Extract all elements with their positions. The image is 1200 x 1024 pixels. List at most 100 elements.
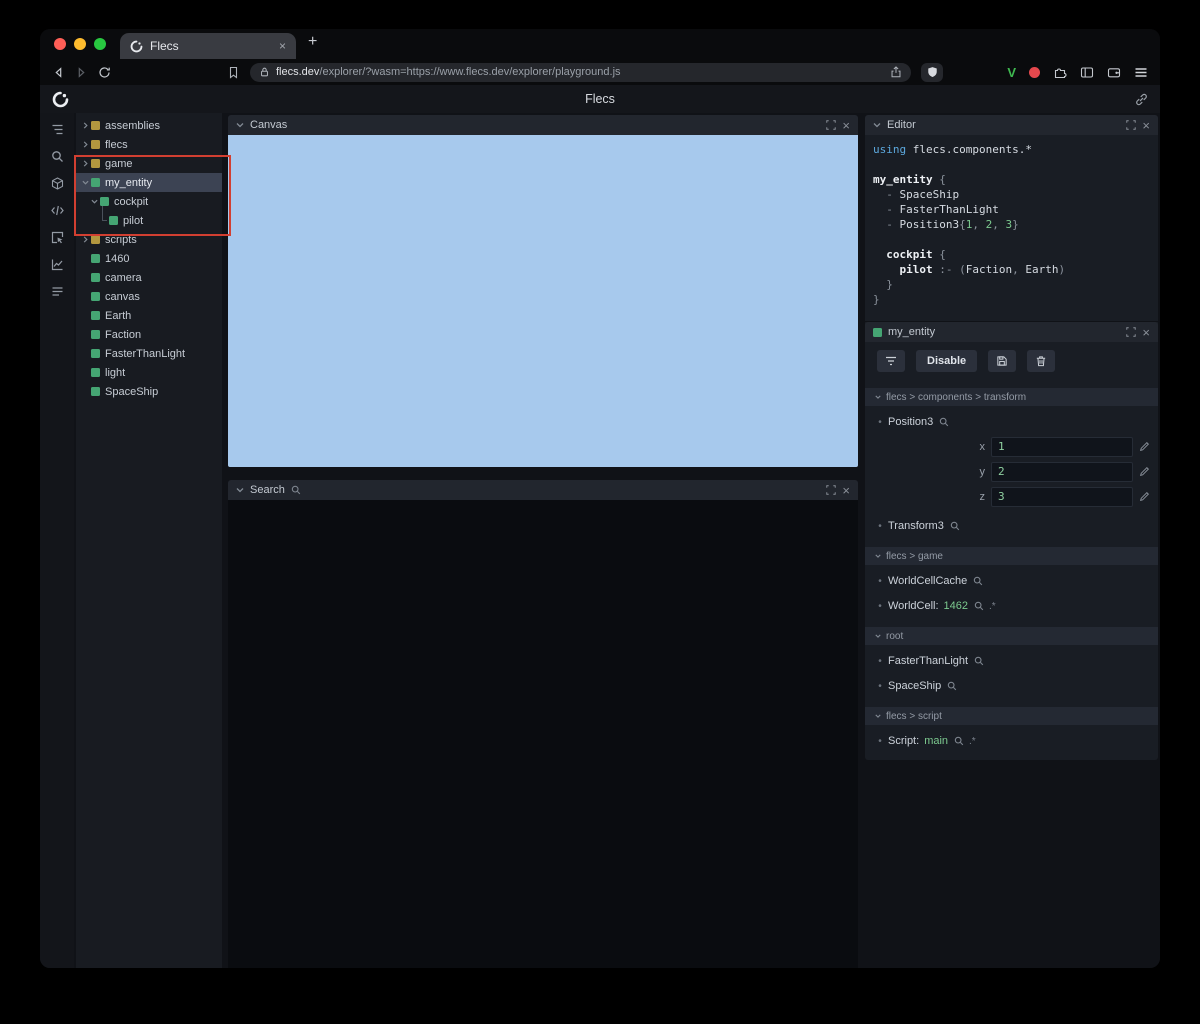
sidebar-toggle-icon[interactable]: [1080, 66, 1094, 79]
shield-icon[interactable]: [921, 62, 943, 82]
section-title: flecs > components > transform: [886, 391, 1027, 403]
tree-item-FasterThanLight[interactable]: FasterThanLight: [76, 344, 222, 363]
editor-panel: Editor × using flecs.components.* my_ent…: [865, 115, 1158, 321]
tree-item-light[interactable]: light: [76, 363, 222, 382]
new-tab-button[interactable]: +: [308, 33, 317, 51]
link-icon[interactable]: [1135, 93, 1148, 106]
section-header[interactable]: flecs > game: [865, 547, 1158, 565]
component-row[interactable]: • Script: main .*: [865, 732, 1158, 750]
search-icon[interactable]: [950, 521, 960, 531]
wallet-icon[interactable]: [1107, 66, 1121, 79]
close-window-button[interactable]: [54, 38, 66, 50]
close-icon[interactable]: ×: [1142, 326, 1150, 339]
extensions-puzzle-icon[interactable]: [1053, 65, 1067, 79]
component-row[interactable]: • WorldCell: 1462 .*: [865, 597, 1158, 615]
code-icon[interactable]: [48, 203, 66, 217]
menu-icon[interactable]: [1134, 66, 1148, 79]
minimize-window-button[interactable]: [74, 38, 86, 50]
component-row[interactable]: • WorldCellCache: [865, 572, 1158, 590]
tree-item-Faction[interactable]: Faction: [76, 325, 222, 344]
back-icon[interactable]: [52, 66, 65, 79]
component-row[interactable]: • Position3: [865, 413, 1158, 431]
tree-item-flecs[interactable]: flecs: [76, 135, 222, 154]
component-row[interactable]: • Transform3: [865, 517, 1158, 535]
delete-button[interactable]: [1027, 350, 1056, 372]
search-icon[interactable]: [974, 601, 984, 611]
component-row[interactable]: • FasterThanLight: [865, 652, 1158, 670]
expand-icon[interactable]: [826, 120, 837, 130]
zoom-window-button[interactable]: [94, 38, 106, 50]
search-icon[interactable]: [974, 656, 984, 666]
tree-item-pilot[interactable]: pilot: [76, 206, 222, 230]
search-icon[interactable]: [48, 149, 66, 163]
section-header[interactable]: flecs > components > transform: [865, 388, 1158, 406]
disable-button[interactable]: Disable: [916, 350, 978, 372]
tree-item-scripts[interactable]: scripts: [76, 230, 222, 249]
component-name: Position3: [888, 416, 934, 428]
search-icon[interactable]: [954, 736, 964, 746]
chevron-down-icon[interactable]: [80, 179, 90, 186]
close-icon[interactable]: ×: [842, 484, 850, 497]
close-icon[interactable]: ×: [842, 119, 850, 132]
browser-toolbar: flecs.dev/explorer/?wasm=https://www.fle…: [40, 59, 1160, 85]
tree-item-1460[interactable]: 1460: [76, 249, 222, 268]
expand-icon[interactable]: [826, 485, 837, 495]
bookmark-icon[interactable]: [227, 66, 240, 79]
url-bar[interactable]: flecs.dev/explorer/?wasm=https://www.fle…: [250, 62, 911, 82]
edit-icon[interactable]: [1139, 466, 1150, 477]
tree-item-game[interactable]: game: [76, 154, 222, 173]
editor-code[interactable]: using flecs.components.* my_entity { - S…: [865, 135, 1158, 321]
search-icon[interactable]: [947, 681, 957, 691]
edit-icon[interactable]: [1139, 441, 1150, 452]
position3-y-input[interactable]: [991, 461, 1133, 482]
section-header[interactable]: root: [865, 627, 1158, 645]
reload-icon[interactable]: [98, 66, 111, 79]
chevron-down-icon[interactable]: [873, 121, 881, 129]
chevron-down-icon[interactable]: [236, 121, 244, 129]
component-fields: xyz: [865, 431, 1158, 509]
position3-x-input[interactable]: [991, 436, 1133, 457]
chevron-right-icon[interactable]: [80, 122, 90, 129]
component-name: FasterThanLight: [888, 655, 969, 667]
chevron-down-icon[interactable]: [236, 486, 244, 494]
entities-icon[interactable]: [48, 176, 66, 190]
tree-item-my_entity[interactable]: my_entity: [76, 173, 222, 192]
chevron-right-icon[interactable]: [80, 236, 90, 243]
extension-v-icon[interactable]: V: [1007, 65, 1016, 80]
share-icon[interactable]: [890, 66, 902, 78]
inspect-icon[interactable]: [48, 230, 66, 244]
section-header[interactable]: flecs > script: [865, 707, 1158, 725]
extension-red-dot-icon[interactable]: [1029, 66, 1040, 78]
component-row[interactable]: • SpaceShip: [865, 677, 1158, 695]
tree-item-Earth[interactable]: Earth: [76, 306, 222, 325]
expand-icon[interactable]: [1126, 327, 1137, 337]
chevron-down-icon[interactable]: [89, 198, 99, 205]
close-icon[interactable]: ×: [1142, 119, 1150, 132]
edit-icon[interactable]: [1139, 491, 1150, 502]
log-icon[interactable]: [48, 284, 66, 298]
search-icon[interactable]: [973, 576, 983, 586]
app-header: Flecs: [40, 85, 1160, 113]
tree-item-assemblies[interactable]: assemblies: [76, 116, 222, 135]
trash-icon: [1035, 355, 1047, 367]
chevron-right-icon[interactable]: [80, 141, 90, 148]
search-icon[interactable]: [939, 417, 949, 427]
field-row-x: x: [865, 434, 1158, 459]
forward-icon[interactable]: [75, 66, 88, 79]
tree-item-cockpit[interactable]: cockpit: [76, 192, 222, 211]
tab-close-icon[interactable]: ×: [277, 40, 288, 52]
outliner-icon[interactable]: [48, 122, 66, 136]
filter-button[interactable]: [877, 350, 905, 372]
save-button[interactable]: [988, 350, 1017, 372]
expand-icon[interactable]: [1126, 120, 1137, 130]
browser-tab[interactable]: Flecs ×: [120, 33, 296, 59]
tree-item-canvas[interactable]: canvas: [76, 287, 222, 306]
chevron-right-icon[interactable]: [80, 160, 90, 167]
tree-item-label: SpaceShip: [105, 385, 159, 398]
canvas-viewport[interactable]: [228, 135, 858, 467]
tree-item-camera[interactable]: camera: [76, 268, 222, 287]
position3-z-input[interactable]: [991, 486, 1133, 507]
tree-item-SpaceShip[interactable]: SpaceShip: [76, 382, 222, 401]
stats-icon[interactable]: [48, 257, 66, 271]
